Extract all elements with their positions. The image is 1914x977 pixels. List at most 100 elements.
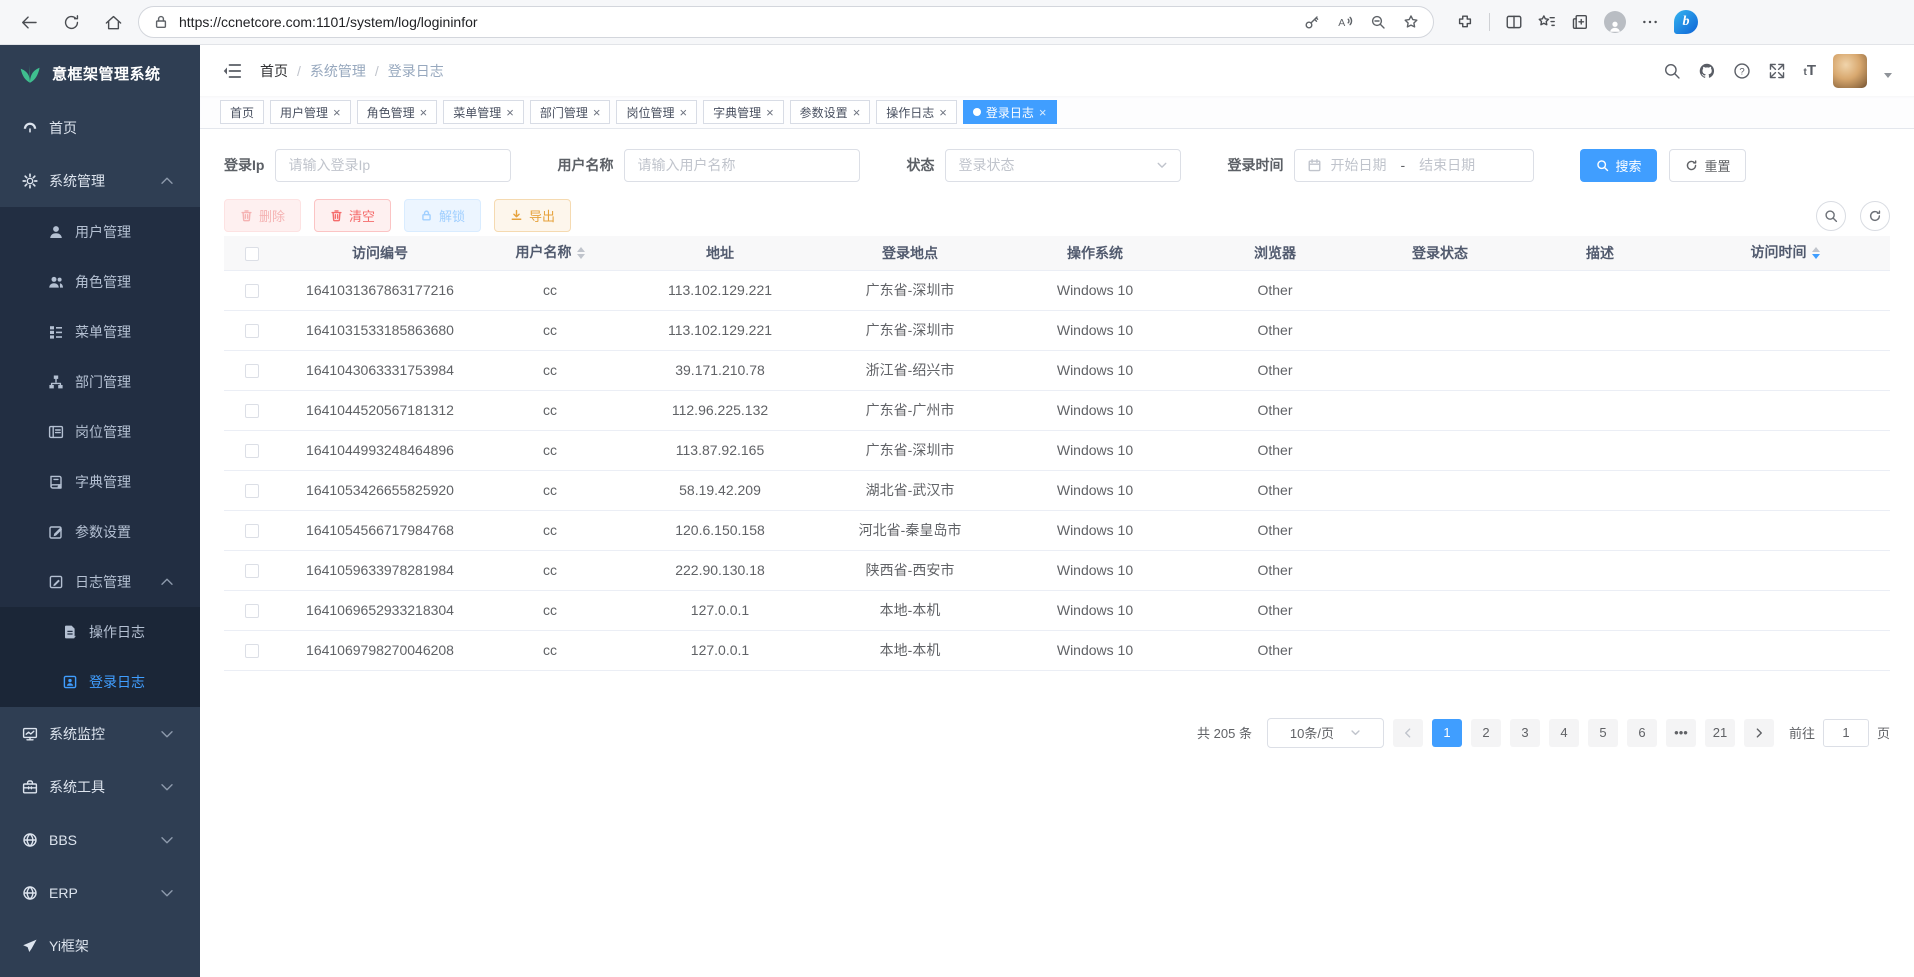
table-row-8[interactable]: 1641069652933218304cc127.0.0.1本地-本机Windo… (224, 590, 1890, 630)
page-button-5[interactable]: 5 (1588, 719, 1618, 747)
sort-asc-icon[interactable] (1812, 243, 1820, 252)
table-row-7[interactable]: 1641059633978281984cc222.90.130.18陕西省-西安… (224, 550, 1890, 590)
chevron-down-icon[interactable] (1884, 73, 1892, 82)
help-icon[interactable]: ? (1733, 62, 1751, 80)
sidebar-item-0[interactable]: 首页 (0, 101, 200, 154)
tab-5[interactable]: 岗位管理× (616, 100, 697, 124)
refresh-table-button[interactable] (1860, 201, 1890, 231)
page-button-21[interactable]: 21 (1705, 719, 1735, 747)
tab-4[interactable]: 部门管理× (530, 100, 611, 124)
close-icon[interactable]: × (766, 106, 774, 119)
sidebar-item-13[interactable]: 系统工具 (0, 760, 200, 813)
tab-6[interactable]: 字典管理× (703, 100, 784, 124)
reload-button[interactable] (54, 5, 88, 39)
url-text[interactable]: https://ccnetcore.com:1101/system/log/lo… (179, 14, 1294, 30)
tab-2[interactable]: 角色管理× (357, 100, 438, 124)
copilot-icon[interactable]: b (1674, 10, 1698, 34)
sidebar-item-1[interactable]: 系统管理 (0, 154, 200, 207)
date-range-picker[interactable]: 开始日期 - 结束日期 (1294, 149, 1534, 182)
table-row-3[interactable]: 1641044520567181312cc112.96.225.132广东省-广… (224, 390, 1890, 430)
column-header-1[interactable]: 用户名称 (480, 236, 620, 270)
add-favorite-icon[interactable] (1403, 14, 1419, 30)
sidebar-item-3[interactable]: 角色管理 (0, 257, 200, 307)
page-button-3[interactable]: 3 (1510, 719, 1540, 747)
delete-button[interactable]: 删除 (224, 199, 301, 232)
tab-7[interactable]: 参数设置× (790, 100, 871, 124)
search-button[interactable]: 搜索 (1580, 149, 1657, 182)
table-row-0[interactable]: 1641031367863177216cc113.102.129.221广东省-… (224, 270, 1890, 310)
sort-desc-icon[interactable] (577, 254, 585, 263)
row-checkbox[interactable] (245, 564, 259, 578)
sidebar-item-9[interactable]: 日志管理 (0, 557, 200, 607)
back-button[interactable] (12, 5, 46, 39)
sidebar-item-15[interactable]: ERP (0, 866, 200, 919)
login-ip-input[interactable]: 请输入登录Ip (275, 149, 511, 182)
collapse-sidebar-icon[interactable] (222, 61, 242, 81)
row-checkbox[interactable] (245, 644, 259, 658)
export-button[interactable]: 导出 (494, 199, 571, 232)
close-icon[interactable]: × (679, 106, 687, 119)
sidebar-item-5[interactable]: 部门管理 (0, 357, 200, 407)
page-button-4[interactable]: 4 (1549, 719, 1579, 747)
clear-button[interactable]: 清空 (314, 199, 391, 232)
more-icon[interactable] (1641, 13, 1659, 31)
row-checkbox[interactable] (245, 604, 259, 618)
github-icon[interactable] (1698, 62, 1716, 80)
close-icon[interactable]: × (420, 106, 428, 119)
home-button[interactable] (96, 5, 130, 39)
search-icon[interactable] (1663, 62, 1681, 80)
tab-0[interactable]: 首页 (220, 100, 264, 124)
sidebar-item-6[interactable]: 岗位管理 (0, 407, 200, 457)
close-icon[interactable]: × (593, 106, 601, 119)
table-row-2[interactable]: 1641043063331753984cc39.171.210.78浙江省-绍兴… (224, 350, 1890, 390)
prev-page-button[interactable] (1393, 719, 1423, 747)
close-icon[interactable]: × (333, 106, 341, 119)
sidebar-item-7[interactable]: 字典管理 (0, 457, 200, 507)
breadcrumb-system[interactable]: 系统管理 (310, 61, 366, 81)
sidebar-item-12[interactable]: 系统监控 (0, 707, 200, 760)
sort-icons[interactable] (1812, 243, 1820, 263)
row-checkbox[interactable] (245, 324, 259, 338)
page-button-6[interactable]: 6 (1627, 719, 1657, 747)
table-row-5[interactable]: 1641053426655825920cc58.19.42.209湖北省-武汉市… (224, 470, 1890, 510)
sidebar-item-11[interactable]: 登录日志 (0, 657, 200, 707)
column-header-8[interactable]: 访问时间 (1680, 236, 1890, 270)
sidebar-item-16[interactable]: Yi框架 (0, 919, 200, 972)
sort-asc-icon[interactable] (577, 243, 585, 252)
page-button-1[interactable]: 1 (1432, 719, 1462, 747)
read-aloud-icon[interactable]: A (1337, 14, 1353, 30)
more-pages-button[interactable]: ••• (1666, 719, 1696, 747)
close-icon[interactable]: × (939, 106, 947, 119)
row-checkbox[interactable] (245, 484, 259, 498)
tab-9[interactable]: 登录日志× (963, 100, 1057, 124)
status-select[interactable]: 登录状态 (945, 149, 1181, 182)
tab-3[interactable]: 菜单管理× (443, 100, 524, 124)
tab-1[interactable]: 用户管理× (270, 100, 351, 124)
profile-icon[interactable] (1604, 11, 1626, 33)
sidebar-item-4[interactable]: 菜单管理 (0, 307, 200, 357)
toggle-search-button[interactable] (1816, 201, 1846, 231)
row-checkbox[interactable] (245, 364, 259, 378)
close-icon[interactable]: × (853, 106, 861, 119)
extensions-icon[interactable] (1456, 13, 1474, 31)
user-name-input[interactable]: 请输入用户名称 (624, 149, 860, 182)
end-date-value[interactable]: 结束日期 (1419, 155, 1475, 175)
key-icon[interactable] (1304, 14, 1320, 30)
collections-icon[interactable] (1571, 13, 1589, 31)
address-bar[interactable]: https://ccnetcore.com:1101/system/log/lo… (138, 6, 1434, 38)
row-checkbox[interactable] (245, 284, 259, 298)
table-row-9[interactable]: 1641069798270046208cc127.0.0.1本地-本机Windo… (224, 630, 1890, 670)
sort-desc-icon[interactable] (1812, 254, 1820, 263)
table-row-1[interactable]: 1641031533185863680cc113.102.129.221广东省-… (224, 310, 1890, 350)
table-row-6[interactable]: 1641054566717984768cc120.6.150.158河北省-秦皇… (224, 510, 1890, 550)
row-checkbox[interactable] (245, 444, 259, 458)
close-icon[interactable]: × (1039, 106, 1047, 119)
tab-8[interactable]: 操作日志× (876, 100, 957, 124)
reset-button[interactable]: 重置 (1669, 149, 1746, 182)
row-checkbox[interactable] (245, 524, 259, 538)
goto-page-input[interactable]: 1 (1823, 719, 1869, 747)
page-size-select[interactable]: 10条/页 (1267, 718, 1384, 748)
sidebar-item-8[interactable]: 参数设置 (0, 507, 200, 557)
row-checkbox[interactable] (245, 404, 259, 418)
sidebar-item-14[interactable]: BBS (0, 813, 200, 866)
